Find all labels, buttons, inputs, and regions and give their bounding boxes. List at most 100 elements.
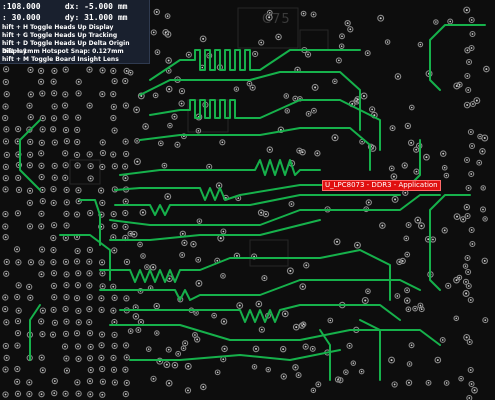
- via-drill: [89, 369, 92, 371]
- via-drill: [406, 253, 409, 256]
- via-drill: [101, 272, 104, 275]
- via-drill: [466, 257, 469, 259]
- via-drill: [187, 389, 189, 392]
- via-drill: [390, 359, 393, 362]
- via-drill: [40, 164, 43, 167]
- via-drill: [88, 272, 91, 275]
- via-drill: [29, 68, 32, 71]
- via-drill: [64, 392, 67, 395]
- via-drill: [254, 53, 257, 55]
- via-drill: [284, 312, 287, 315]
- via-drill: [471, 243, 474, 245]
- via-drill: [5, 154, 8, 156]
- via-drill: [112, 70, 115, 72]
- via-drill: [390, 167, 393, 170]
- hud-dx-value: dx: -5.000: [64, 2, 113, 11]
- via-drill: [473, 389, 476, 392]
- via-drill: [100, 297, 103, 300]
- heads-up-display: :108.000 dx: -5.000 mm : 30.000 dy: 31.0…: [0, 0, 150, 64]
- via-drill: [5, 68, 8, 71]
- via-drill: [364, 299, 367, 302]
- via-drill: [52, 188, 55, 191]
- via-drill: [294, 97, 297, 100]
- via-drill: [147, 348, 150, 350]
- via-drill: [334, 80, 336, 83]
- via-drill: [396, 295, 399, 297]
- via-drill: [436, 359, 439, 362]
- via-drill: [112, 117, 115, 119]
- via-drill: [65, 140, 68, 143]
- via-drill: [65, 213, 68, 215]
- via-drill: [124, 393, 127, 395]
- via-drill: [30, 261, 32, 264]
- via-drill: [465, 292, 468, 295]
- via-drill: [302, 323, 305, 326]
- via-drill: [65, 201, 68, 204]
- via-drill: [100, 356, 103, 359]
- via-drill: [65, 296, 68, 299]
- via-drill: [4, 296, 7, 299]
- via-drill: [113, 381, 116, 384]
- via-drill: [222, 230, 225, 233]
- via-drill: [5, 272, 8, 275]
- via-drill: [53, 176, 56, 179]
- via-drill: [28, 104, 31, 107]
- via-drill: [144, 125, 147, 128]
- via-drill: [124, 177, 127, 179]
- via-drill: [441, 339, 444, 341]
- via-drill: [4, 308, 7, 311]
- hud-y-value: : 30.000: [2, 13, 41, 22]
- via-drill: [113, 333, 116, 336]
- via-drill: [16, 140, 19, 143]
- via-drill: [77, 345, 79, 348]
- via-drill: [304, 345, 307, 348]
- via-drill: [4, 368, 7, 371]
- via-drill: [255, 347, 257, 350]
- via-drill: [76, 236, 78, 238]
- via-drill: [124, 80, 127, 82]
- via-drill: [213, 314, 215, 317]
- via-drill: [40, 225, 43, 228]
- via-drill: [367, 290, 369, 293]
- via-drill: [135, 108, 138, 111]
- via-drill: [52, 308, 55, 311]
- pcb-canvas[interactable]: C75 U_LPC8073 - DDR3 - Application :108.…: [0, 0, 495, 400]
- via-drill: [196, 338, 199, 341]
- via-drill: [192, 243, 195, 246]
- via-drill: [41, 128, 44, 131]
- via-drill: [169, 124, 171, 127]
- via-drill: [77, 92, 80, 95]
- via-drill: [5, 93, 8, 96]
- via-drill: [64, 164, 67, 167]
- via-drill: [312, 389, 315, 392]
- via-drill: [100, 344, 103, 347]
- via-drill: [28, 164, 31, 167]
- via-drill: [471, 145, 473, 147]
- via-drill: [89, 332, 91, 335]
- via-drill: [381, 224, 384, 227]
- via-drill: [466, 75, 469, 77]
- via-drill: [386, 41, 389, 43]
- via-drill: [427, 381, 430, 384]
- via-drill: [443, 229, 446, 232]
- via-drill: [260, 211, 263, 214]
- via-drill: [29, 140, 32, 143]
- via-drill: [4, 345, 7, 347]
- via-drill: [313, 109, 315, 112]
- via-drill: [113, 296, 116, 299]
- via-drill: [165, 363, 168, 366]
- via-drill: [101, 166, 104, 168]
- via-drill: [77, 284, 79, 287]
- via-drill: [125, 104, 127, 107]
- via-drill: [166, 15, 169, 17]
- via-drill: [295, 326, 298, 329]
- via-drill: [404, 191, 407, 194]
- net-highlight-label[interactable]: U_LPC8073 - DDR3 - Application: [322, 180, 441, 191]
- via-drill: [4, 393, 7, 396]
- via-drill: [17, 332, 19, 335]
- via-drill: [65, 332, 67, 335]
- via-drill: [4, 177, 7, 180]
- via-drill: [466, 104, 469, 107]
- via-drill: [467, 187, 470, 189]
- via-drill: [40, 261, 43, 264]
